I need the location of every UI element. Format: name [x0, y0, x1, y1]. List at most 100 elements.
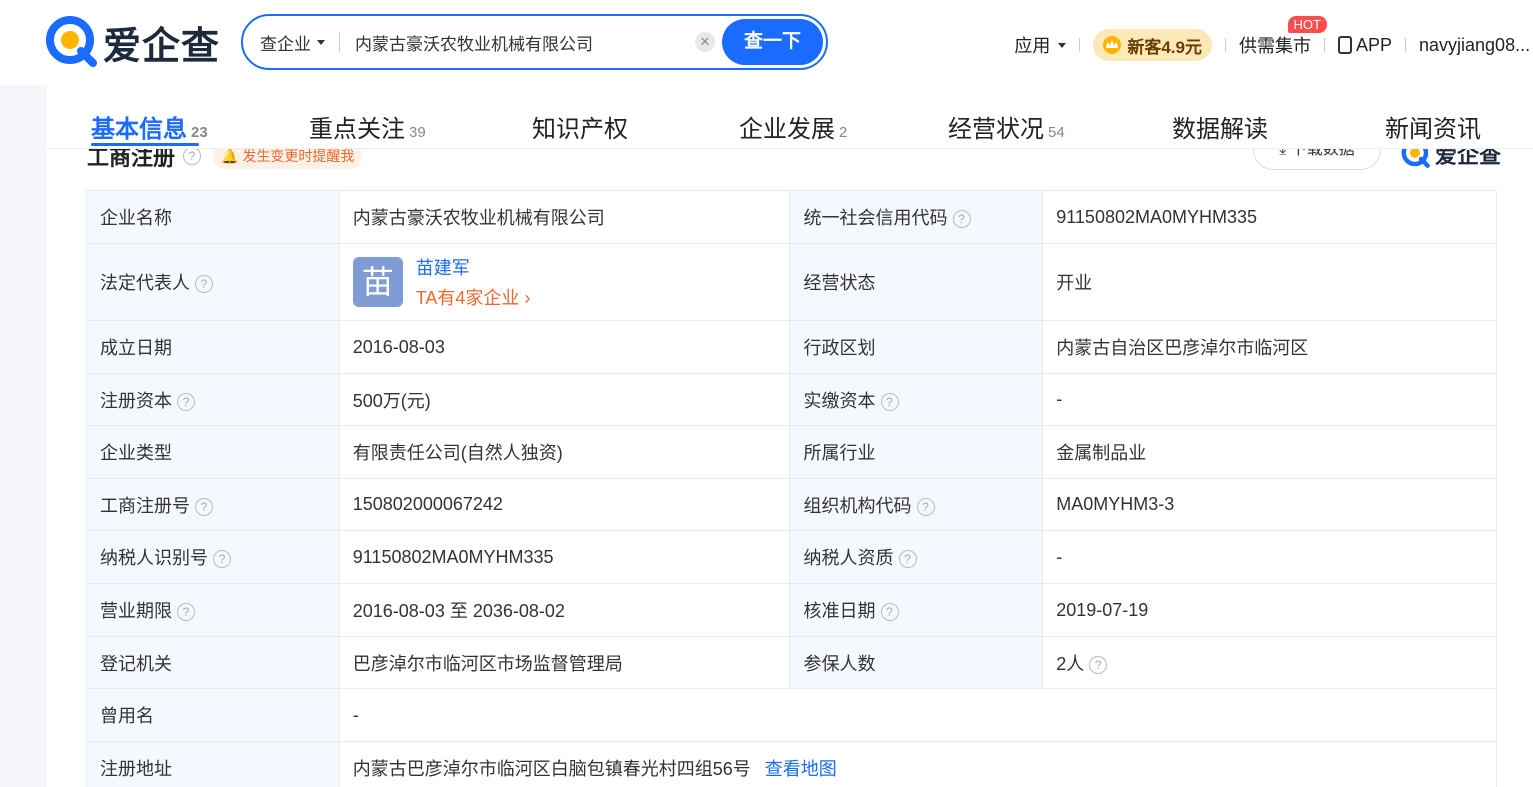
table-label: 纳税人识别号 ? — [86, 530, 340, 584]
help-icon[interactable]: ? — [880, 603, 899, 622]
legal-rep: 苗 苗建军 TA有4家企业 › — [352, 254, 777, 310]
crown-icon — [1103, 36, 1122, 54]
top-nav: 应用 新客4.9元 供需集市 HOT APP navyjiang08... — [1014, 16, 1533, 65]
legal-rep-companies-label: TA有4家企业 — [415, 288, 520, 308]
view-map-link[interactable]: 查看地图 — [765, 759, 837, 779]
logo-text: 爱企查 — [103, 25, 221, 68]
help-icon[interactable]: ? — [898, 550, 917, 569]
table-row: 企业名称 内蒙古豪沃农牧业机械有限公司 统一社会信用代码 ? 91150802M… — [86, 190, 1497, 244]
chevron-down-icon — [317, 39, 325, 45]
table-label: 企业名称 — [86, 190, 340, 244]
table-label: 统一社会信用代码 ? — [789, 190, 1044, 244]
supply-market-link[interactable]: 供需集市 HOT — [1238, 16, 1327, 58]
help-icon[interactable]: ? — [916, 497, 935, 516]
tab-data-insight[interactable]: 数据解读 — [1172, 109, 1272, 144]
active-tab-indicator — [91, 143, 199, 146]
chevron-right-icon: › — [524, 288, 531, 308]
tab-basic-info[interactable]: 基本信息 23 — [91, 109, 208, 144]
tab-ip[interactable]: 知识产权 — [532, 109, 632, 144]
table-label: 法定代表人 ? — [86, 243, 340, 321]
company-name-value: 内蒙古豪沃农牧业机械有限公司 — [338, 190, 791, 244]
help-icon[interactable]: ? — [195, 497, 214, 516]
promo-label: 新客4.9元 — [1127, 37, 1202, 57]
apps-menu[interactable]: 应用 — [1014, 32, 1067, 58]
table-label: 企业类型 — [86, 425, 340, 479]
table-row: 工商注册号 ? 150802000067242 组织机构代码 ? MA0MYHM… — [86, 478, 1497, 531]
table-row: 成立日期 2016-08-03 行政区划 内蒙古自治区巴彦淖尔市临河区 — [86, 320, 1497, 374]
legal-rep-name-link[interactable]: 苗建军 — [416, 254, 531, 280]
table-label: 登记机关 — [86, 636, 340, 689]
nav-divider — [1323, 38, 1325, 52]
paid-capital-label: 实缴资本 — [803, 390, 876, 411]
taxpayer-id-value: 91150802MA0MYHM335 — [338, 530, 791, 584]
alert-label: 发生变更时提醒我 — [242, 148, 355, 164]
tab-label: 企业发展 — [739, 116, 835, 143]
table-label: 所属行业 — [789, 425, 1044, 479]
table-row: 注册资本 ? 500万(元) 实缴资本 ? - — [86, 373, 1497, 426]
table-row: 法定代表人 ? 苗 苗建军 TA有4家企业 › 经营状态 开业 — [86, 243, 1497, 321]
term-label: 营业期限 — [100, 601, 172, 621]
table-row: 曾用名 - — [86, 688, 1498, 742]
tab-development[interactable]: 企业发展 2 — [739, 109, 847, 144]
clear-icon[interactable]: ✕ — [695, 32, 715, 52]
help-icon[interactable]: ? — [177, 603, 196, 622]
logo-icon — [46, 16, 97, 67]
apps-label: 应用 — [1014, 36, 1051, 56]
table-label: 核准日期 ? — [789, 583, 1044, 637]
table-label: 营业期限 ? — [86, 583, 340, 637]
search-bar: 查企业 ✕ 查一下 — [241, 14, 828, 70]
avatar: 苗 — [352, 257, 403, 307]
search-input[interactable] — [355, 32, 675, 52]
phone-icon — [1337, 36, 1352, 54]
table-label: 行政区划 — [789, 320, 1044, 374]
help-icon[interactable]: ? — [195, 275, 214, 294]
legal-rep-label: 法定代表人 — [100, 273, 190, 293]
app-download-link[interactable]: APP — [1337, 35, 1392, 56]
help-icon[interactable]: ? — [177, 392, 196, 411]
promo-badge[interactable]: 新客4.9元 — [1093, 29, 1212, 61]
legal-rep-companies-link[interactable]: TA有4家企业 › — [416, 284, 531, 310]
table-row: 企业类型 有限责任公司(自然人独资) 所属行业 金属制品业 — [86, 425, 1497, 479]
help-icon[interactable]: ? — [183, 147, 202, 165]
help-icon[interactable]: ? — [952, 210, 971, 229]
table-label: 参保人数 — [789, 636, 1044, 689]
registration-table: 企业名称 内蒙古豪沃农牧业机械有限公司 统一社会信用代码 ? 91150802M… — [86, 190, 1498, 787]
table-label: 注册地址 — [86, 741, 340, 787]
search-type-dropdown[interactable]: 查企业 — [260, 30, 325, 55]
tab-key-focus[interactable]: 重点关注 39 — [309, 109, 426, 144]
tab-label: 知识产权 — [532, 116, 628, 143]
tab-operations[interactable]: 经营状况 54 — [948, 109, 1065, 144]
help-icon[interactable]: ? — [213, 550, 232, 569]
tab-label: 基本信息 — [91, 116, 187, 143]
nav-divider — [1224, 38, 1226, 52]
hot-badge: HOT — [1287, 16, 1327, 33]
user-menu[interactable]: navyjiang08... — [1419, 35, 1529, 56]
company-card: 基本信息 23 重点关注 39 知识产权 企业发展 2 经营状况 54 数据解读 新闻资… — [47, 85, 1533, 787]
supply-label: 供需集市 — [1238, 36, 1311, 56]
tab-label: 重点关注 — [309, 116, 405, 143]
org-code-value: MA0MYHM3-3 — [1042, 478, 1497, 531]
nav-divider — [1405, 38, 1406, 52]
table-row: 注册地址 内蒙古巴彦淖尔市临河区白脑包镇春光村四组56号 查看地图 — [86, 741, 1498, 787]
insured-value: 2人 — [1056, 653, 1085, 674]
logo[interactable]: 爱企查 — [45, 14, 220, 70]
table-row: 登记机关 巴彦淖尔市临河区市场监督管理局 参保人数 2人 ? — [86, 636, 1497, 689]
taxpayer-qual-label: 纳税人资质 — [803, 548, 894, 568]
table-label: 纳税人资质 ? — [789, 530, 1044, 584]
credit-code-value: 91150802MA0MYHM335 — [1042, 190, 1497, 244]
table-row: 营业期限 ? 2016-08-03 至 2036-08-02 核准日期 ? 20… — [86, 583, 1497, 637]
reg-no-value: 150802000067242 — [338, 478, 791, 531]
help-icon[interactable]: ? — [1089, 655, 1108, 674]
address-cell: 内蒙古巴彦淖尔市临河区白脑包镇春光村四组56号 查看地图 — [338, 741, 1498, 787]
search-button[interactable]: 查一下 — [722, 19, 823, 65]
help-icon[interactable]: ? — [880, 392, 899, 411]
insured-cell: 2人 ? — [1042, 636, 1497, 689]
legal-rep-cell: 苗 苗建军 TA有4家企业 › — [338, 243, 791, 321]
org-code-label: 组织机构代码 — [803, 495, 912, 516]
tab-label: 新闻资讯 — [1385, 116, 1481, 143]
chevron-down-icon — [1058, 42, 1067, 48]
company-type-value: 有限责任公司(自然人独资) — [338, 425, 791, 479]
tab-news[interactable]: 新闻资讯 — [1385, 109, 1485, 144]
status-value: 开业 — [1042, 243, 1497, 321]
search-type-label: 查企业 — [260, 34, 311, 54]
